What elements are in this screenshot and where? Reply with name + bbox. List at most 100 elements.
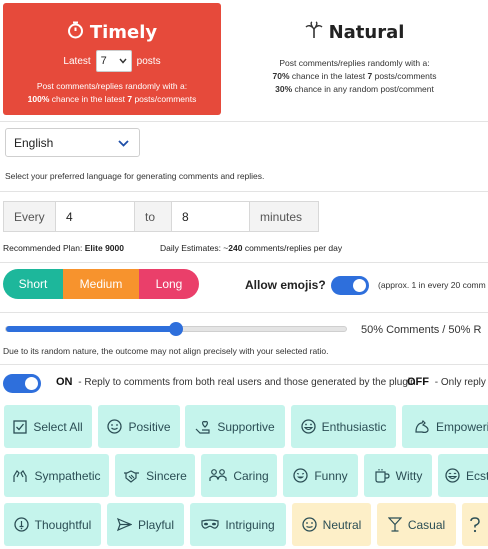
natural-title: Natural [328,22,405,43]
length-long-button[interactable]: Long [139,269,199,299]
min-minutes-input[interactable]: 4 [55,201,135,232]
laugh-icon [293,468,308,483]
divider [0,312,488,313]
to-label: to [134,201,172,232]
natural-desc-end2: chance in any random post/comment [292,84,434,94]
reply-on-description: ON - Reply to comments from both real us… [56,376,418,388]
ratio-note: Due to its random nature, the outcome ma… [3,346,329,356]
estimate-value: 240 [228,243,243,253]
plan-name: Elite 9000 [84,243,124,253]
latest-posts-select[interactable]: 7 [95,50,132,72]
tone-label: Thoughtful [34,517,92,532]
people-icon [209,469,227,481]
tone-label: Supportive [217,419,275,434]
natural-mode-card[interactable]: Natural Post comments/replies randomly w… [232,3,477,115]
allow-emojis-label: Allow emojis? [245,278,326,292]
natural-desc-line2: 70% chance in the latest 7 posts/comment… [232,70,477,83]
plan-prefix: Recommended Plan: [3,243,83,253]
neutral-face-icon [302,517,317,532]
tone-label: Ecst [466,468,488,483]
latest-posts-value: 7 [100,55,107,67]
length-selector: Short Medium Long [3,269,199,299]
tone-thoughtful[interactable]: Thoughtful [4,503,101,546]
tone-partial-button[interactable] [462,503,488,546]
tone-label: Sympathetic [34,468,101,483]
flex-icon [415,419,429,433]
length-short-button[interactable]: Short [3,269,63,299]
reply-mode-toggle[interactable] [3,374,41,393]
daily-estimates: Daily Estimates: ~240 comments/replies p… [160,243,342,253]
timely-title: Timely [89,22,158,43]
latest-suffix: posts [136,55,161,67]
comment-reply-ratio-slider[interactable] [5,322,347,336]
stopwatch-icon [67,21,84,44]
ratio-label: 50% Comments / 50% R [361,324,482,336]
estimate-suffix: comments/replies per day [242,243,343,253]
natural-description: Post comments/replies randomly with a: 7… [232,57,477,96]
divider [0,191,488,192]
tone-casual[interactable]: Casual [377,503,456,546]
latest-posts-row: Latest 7 posts [3,50,221,72]
tone-label: Intriguing [225,517,275,532]
tone-label: Enthusiastic [321,419,387,434]
cocktail-icon [387,517,402,532]
reply-on-text: - Reply to comments from both real users… [78,377,419,388]
allow-emojis-toggle[interactable] [331,276,369,295]
tone-caring[interactable]: Caring [201,454,277,497]
hand-heart-icon [195,420,210,434]
tone-label: Funny [314,468,348,483]
divider [0,262,488,263]
tone-label: Witty [395,468,423,483]
tone-intriguing[interactable]: Intriguing [190,503,286,546]
tone-witty[interactable]: Witty [364,454,432,497]
checkbox-icon [13,419,27,434]
natural-desc-line1: Post comments/replies randomly with a: [279,58,430,68]
tone-sincere[interactable]: Sincere [115,454,195,497]
tone-label: Empowering [436,419,488,434]
language-select[interactable]: English [5,128,140,157]
timely-desc-line1: Post comments/replies randomly with a: [36,81,188,91]
language-help: Select your preferred language for gener… [5,171,265,181]
tone-label: Playful [137,517,175,532]
question-icon [470,516,480,532]
slider-thumb[interactable] [169,322,183,336]
handshake-icon [124,469,140,483]
grin-icon [300,419,316,434]
tone-sympathetic[interactable]: Sympathetic [4,454,109,497]
tone-positive[interactable]: Positive [98,405,180,448]
natural-desc-mid: chance in the latest [289,71,368,81]
reply-off-label: OFF [407,376,429,388]
timely-desc-mid: chance in the latest [49,94,128,104]
tone-neutral[interactable]: Neutral [292,503,371,546]
tone-ecstatic[interactable]: Ecst [438,454,488,497]
hands-icon [13,470,28,482]
timely-desc-pct: 100% [27,94,50,104]
tone-label: Caring [233,468,269,483]
tone-supportive[interactable]: Supportive [185,405,285,448]
natural-desc-end1: posts/comments [372,71,437,81]
natural-desc-pct1: 70% [272,71,290,81]
minutes-label: minutes [249,201,319,232]
palm-tree-icon [305,21,323,44]
max-minutes-input[interactable]: 8 [171,201,250,232]
tone-label: Casual [407,517,446,532]
tone-empowering[interactable]: Empowering [402,405,488,448]
reply-off-text: - Only reply to [434,377,488,388]
tone-label: Neutral [322,517,362,532]
tone-enthusiastic[interactable]: Enthusiastic [291,405,396,448]
estimate-prefix: Daily Estimates: ~ [160,243,229,253]
timely-title-row: Timely [3,21,221,44]
tone-label: Sincere [146,468,187,483]
tone-funny[interactable]: Funny [283,454,358,497]
divider [0,121,488,122]
tone-label: Positive [128,419,171,434]
natural-title-row: Natural [232,21,477,44]
length-medium-button[interactable]: Medium [63,269,139,299]
tone-playful[interactable]: Playful [107,503,184,546]
tone-select-all[interactable]: Select All [4,405,92,448]
timely-desc-end: posts/comments [132,94,197,104]
timely-mode-card[interactable]: Timely Latest 7 posts Post comments/repl… [3,3,221,115]
recommended-plan: Recommended Plan: Elite 9000 [3,243,124,253]
chevron-down-icon [119,55,127,67]
reply-on-label: ON [56,376,73,388]
